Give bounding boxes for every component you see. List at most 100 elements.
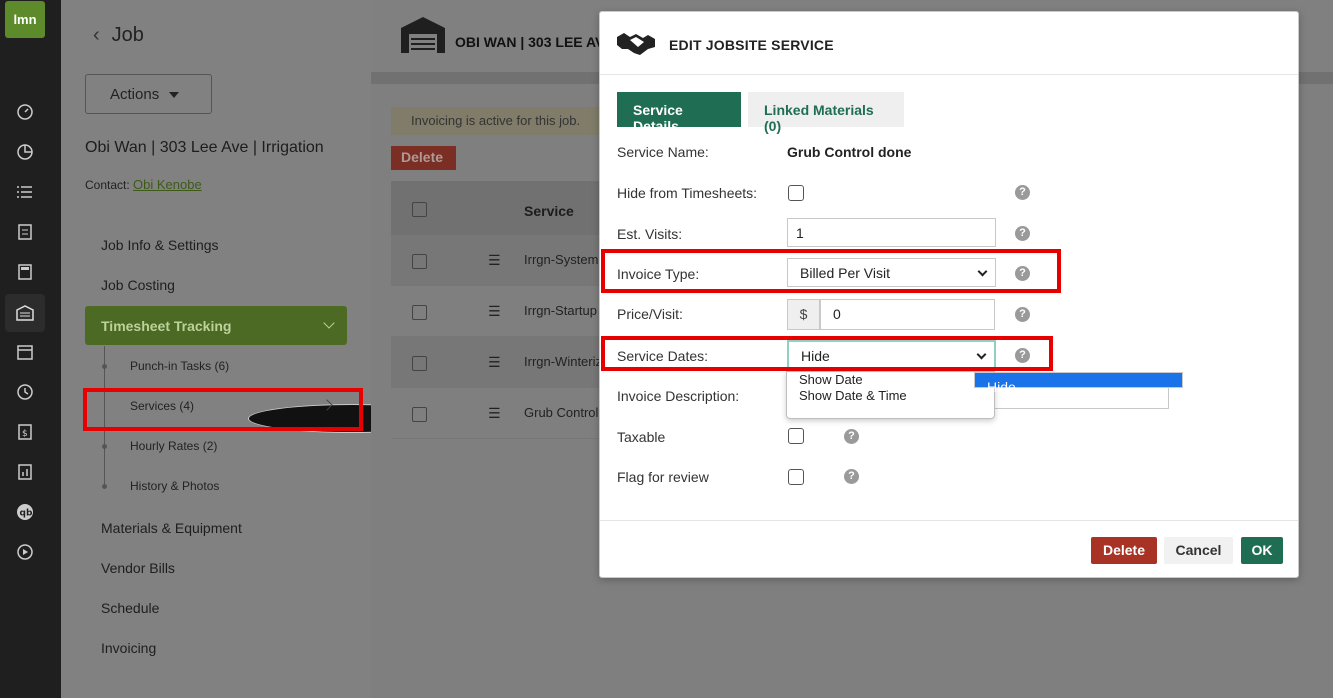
document-icon[interactable] xyxy=(16,223,34,241)
modal-header: EDIT JOBSITE SERVICE xyxy=(600,12,1298,75)
pie-chart-icon[interactable] xyxy=(16,143,34,161)
lmn-logo[interactable]: lmn xyxy=(5,1,45,38)
garage-icon xyxy=(401,17,445,53)
modal-ok-button[interactable]: OK xyxy=(1241,537,1283,564)
nav-job-info[interactable]: Job Info & Settings xyxy=(101,237,219,253)
chevron-down-icon xyxy=(323,317,335,329)
row-checkbox[interactable] xyxy=(412,356,427,371)
drag-handle-icon[interactable]: ☰ xyxy=(488,303,501,320)
service-name-value: Grub Control done xyxy=(787,144,912,160)
report-icon[interactable] xyxy=(16,463,34,481)
sub-nav-punch-in[interactable]: Punch-in Tasks (6) xyxy=(130,359,229,373)
services-highlight xyxy=(83,388,363,431)
service-dates-dropdown: Hide Show Date Show Date & Time xyxy=(786,371,1183,419)
help-icon[interactable]: ? xyxy=(844,469,859,484)
sub-dot xyxy=(102,484,107,489)
sub-dot xyxy=(102,444,107,449)
sub-nav-hourly-rates[interactable]: Hourly Rates (2) xyxy=(130,439,217,453)
sub-nav-history[interactable]: History & Photos xyxy=(130,479,219,493)
actions-label: Actions xyxy=(110,86,160,103)
service-name-label: Service Name: xyxy=(617,144,709,160)
play-icon[interactable] xyxy=(16,543,34,561)
row-checkbox[interactable] xyxy=(412,254,427,269)
dashboard-icon[interactable] xyxy=(16,103,34,121)
left-rail: lmn $ qb xyxy=(0,0,61,698)
price-visit-input[interactable]: 0 xyxy=(820,299,995,330)
list-icon[interactable] xyxy=(16,183,34,201)
svg-text:$: $ xyxy=(22,429,28,439)
help-icon[interactable]: ? xyxy=(844,429,859,444)
flag-review-label: Flag for review xyxy=(617,469,709,485)
table-row[interactable]: ☰ Grub Control xyxy=(391,388,611,439)
nav-timesheet-label: Timesheet Tracking xyxy=(101,318,232,334)
table-row[interactable]: ☰ Irrgn-Winteriz xyxy=(391,337,611,388)
handshake-icon xyxy=(617,33,655,55)
service-dates-highlight xyxy=(601,336,1053,371)
service-name: Irrgn-System xyxy=(524,252,599,267)
service-name: Grub Control xyxy=(524,405,599,420)
row-checkbox[interactable] xyxy=(412,305,427,320)
job-title: Obi Wan | 303 Lee Ave | Irrigation xyxy=(85,139,324,156)
calendar-icon[interactable] xyxy=(16,343,34,361)
help-icon[interactable]: ? xyxy=(1015,185,1030,200)
modal-title: EDIT JOBSITE SERVICE xyxy=(669,37,834,53)
invoicing-notice: Invoicing is active for this job. xyxy=(391,107,611,135)
invoice-icon[interactable]: $ xyxy=(16,423,34,441)
contact-label: Contact: xyxy=(85,178,130,192)
hide-timesheets-label: Hide from Timesheets: xyxy=(617,185,758,201)
quickbooks-icon[interactable]: qb xyxy=(16,503,34,521)
help-icon[interactable]: ? xyxy=(1015,226,1030,241)
nav-vendor-bills[interactable]: Vendor Bills xyxy=(101,560,175,576)
select-all-checkbox[interactable] xyxy=(412,202,427,217)
nav-invoicing[interactable]: Invoicing xyxy=(101,640,156,656)
delete-button[interactable]: Delete xyxy=(391,146,456,170)
service-name: Irrgn-Winteriz xyxy=(524,354,603,369)
modal-delete-button[interactable]: Delete xyxy=(1091,537,1157,564)
est-visits-label: Est. Visits: xyxy=(617,226,683,242)
row-checkbox[interactable] xyxy=(412,407,427,422)
tab-linked-materials[interactable]: Linked Materials (0) xyxy=(748,92,904,134)
service-column-header: Service xyxy=(524,203,574,219)
contact-line: Contact: Obi Kenobe xyxy=(85,177,202,192)
back-label: Job xyxy=(111,24,144,46)
invoice-type-highlight xyxy=(601,249,1061,293)
job-header-title: OBI WAN | 303 LEE AV xyxy=(455,34,605,50)
flag-review-checkbox[interactable] xyxy=(788,469,804,485)
back-link[interactable]: ‹ Job xyxy=(93,24,144,47)
chevron-left-icon: ‹ xyxy=(93,24,100,46)
dropdown-option-show-date-time[interactable]: Show Date & Time xyxy=(787,388,994,404)
service-name: Irrgn-Startup xyxy=(524,303,597,318)
sub-dot xyxy=(102,364,107,369)
nav-schedule[interactable]: Schedule xyxy=(101,600,159,616)
garage-icon[interactable] xyxy=(5,294,45,332)
hide-timesheets-checkbox[interactable] xyxy=(788,185,804,201)
actions-button[interactable]: Actions xyxy=(85,74,212,114)
drag-handle-icon[interactable]: ☰ xyxy=(488,405,501,422)
services-table: Service ☰ Irrgn-System ☰ Irrgn-Startup ☰ Ir… xyxy=(391,181,611,439)
invoice-description-label: Invoice Description: xyxy=(617,388,740,404)
dropdown-option-hide[interactable]: Hide xyxy=(974,372,1183,395)
contact-link[interactable]: Obi Kenobe xyxy=(133,177,202,192)
modal-footer-divider xyxy=(600,520,1298,521)
svg-text:qb: qb xyxy=(20,509,33,519)
drag-handle-icon[interactable]: ☰ xyxy=(488,252,501,269)
tab-service-details[interactable]: Service Details xyxy=(617,92,741,134)
modal-cancel-button[interactable]: Cancel xyxy=(1164,537,1233,564)
job-nav: ‹ Job Actions Obi Wan | 303 Lee Ave | Irr… xyxy=(61,0,457,698)
drag-handle-icon[interactable]: ☰ xyxy=(488,354,501,371)
caret-down-icon xyxy=(169,92,180,99)
help-icon[interactable]: ? xyxy=(1015,307,1030,322)
calculator-icon[interactable] xyxy=(16,263,34,281)
table-row[interactable]: ☰ Irrgn-System xyxy=(391,235,611,286)
nav-timesheet-tracking[interactable]: Timesheet Tracking xyxy=(85,306,347,345)
edit-service-modal: EDIT JOBSITE SERVICE Service Details Lin… xyxy=(599,11,1299,578)
nav-materials[interactable]: Materials & Equipment xyxy=(101,520,242,536)
dropdown-option-show-date[interactable]: Show Date xyxy=(787,372,994,388)
taxable-checkbox[interactable] xyxy=(788,428,804,444)
est-visits-input[interactable]: 1 xyxy=(787,218,996,247)
price-visit-label: Price/Visit: xyxy=(617,306,683,322)
clock-icon[interactable] xyxy=(16,383,34,401)
table-row[interactable]: ☰ Irrgn-Startup xyxy=(391,286,611,337)
taxable-label: Taxable xyxy=(617,429,666,445)
nav-job-costing[interactable]: Job Costing xyxy=(101,277,175,293)
